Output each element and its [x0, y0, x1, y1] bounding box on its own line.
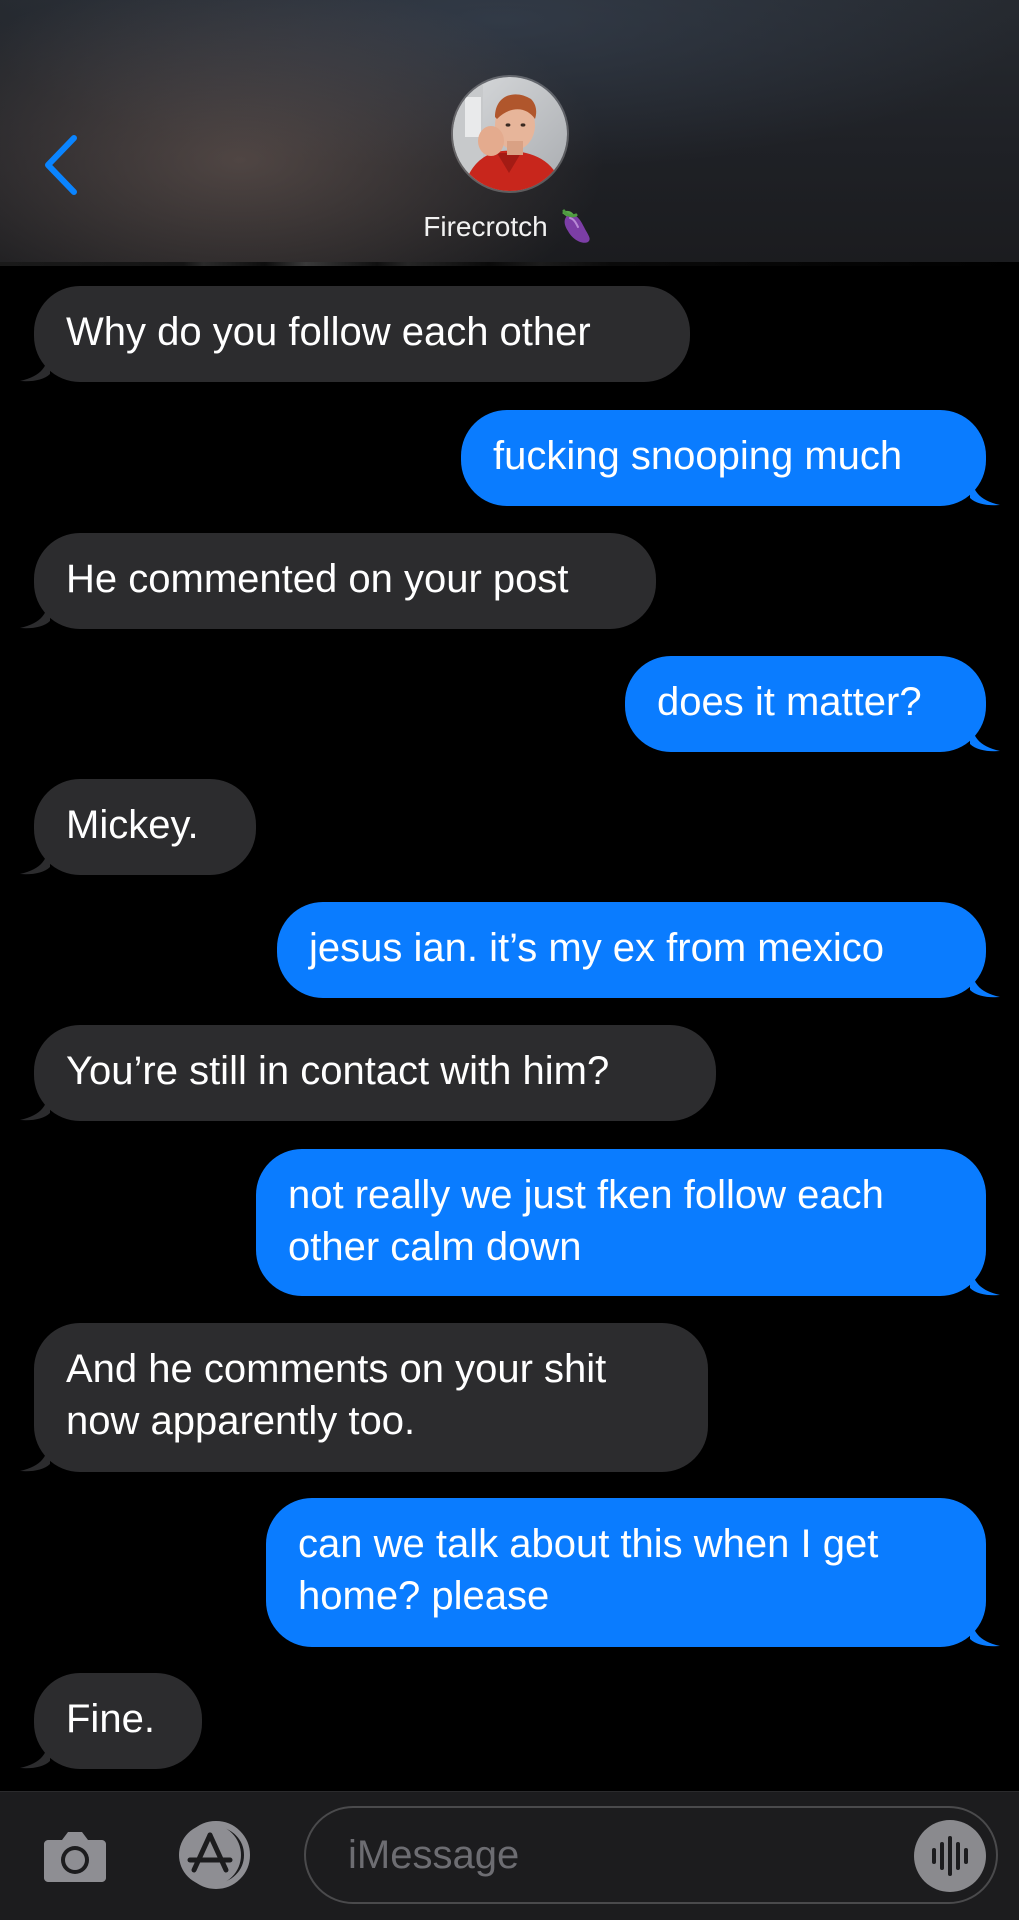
- bubble-tail: [970, 1613, 1000, 1647]
- bubble-tail: [20, 1735, 50, 1769]
- message-text: does it matter?: [657, 680, 922, 724]
- camera-button[interactable]: [42, 1822, 108, 1888]
- message-bubble-received[interactable]: Fine.: [20, 1673, 202, 1769]
- contact-avatar[interactable]: [453, 77, 567, 191]
- message-text: jesus ian. it’s my ex from mexico: [309, 926, 884, 970]
- message-bubble-received[interactable]: You’re still in contact with him?: [20, 1025, 716, 1121]
- message-text: Fine.: [66, 1697, 155, 1741]
- chevron-left-icon: [45, 135, 77, 195]
- eggplant-emoji-icon: [554, 205, 596, 245]
- bubble-tail: [970, 1262, 1000, 1296]
- bubble-tail: [970, 472, 1000, 506]
- message-bubble-sent[interactable]: does it matter?: [625, 656, 1000, 752]
- contact-name-button[interactable]: Firecrotch: [0, 205, 1019, 249]
- message-text: You’re still in contact with him?: [66, 1049, 610, 1093]
- app-store-button[interactable]: [170, 1820, 260, 1890]
- message-text: Mickey.: [66, 803, 199, 847]
- camera-icon: [44, 1832, 106, 1882]
- message-input[interactable]: [348, 1808, 888, 1902]
- message-bubble-received[interactable]: He commented on your post: [20, 533, 656, 629]
- message-text-line: now apparently too.: [66, 1399, 416, 1443]
- message-text-line: not really we just fken follow each: [288, 1173, 884, 1217]
- back-button[interactable]: [38, 130, 88, 200]
- bubble-tail: [20, 1087, 50, 1121]
- bubble-tail: [20, 841, 50, 875]
- message-text-line: other calm down: [288, 1225, 582, 1269]
- message-text: He commented on your post: [66, 557, 569, 601]
- message-bubble-received[interactable]: Mickey.: [20, 779, 256, 875]
- bubble-tail: [20, 348, 50, 382]
- audio-waveform-icon: [932, 1836, 968, 1876]
- message-bubble-sent[interactable]: not really we just fken follow each othe…: [256, 1149, 1000, 1296]
- message-bubble-sent[interactable]: jesus ian. it’s my ex from mexico: [277, 902, 1000, 998]
- app-store-icon: [179, 1821, 250, 1889]
- bubble-tail: [20, 1438, 50, 1472]
- message-bubble-sent[interactable]: fucking snooping much: [461, 410, 1000, 506]
- audio-message-button[interactable]: [914, 1820, 986, 1892]
- message-text-line: home? please: [298, 1574, 550, 1618]
- bubble-tail: [20, 595, 50, 629]
- bubble-tail: [970, 718, 1000, 752]
- message-text: Why do you follow each other: [66, 310, 591, 354]
- conversation-header: Firecrotch: [0, 0, 1019, 262]
- bubble-tail: [970, 964, 1000, 998]
- message-text-line: And he comments on your shit: [66, 1347, 607, 1391]
- message-bubble-received[interactable]: And he comments on your shit now apparen…: [20, 1323, 708, 1472]
- message-input-bar: [0, 1791, 1019, 1920]
- contact-name: Firecrotch: [423, 211, 548, 242]
- message-bubble-received[interactable]: Why do you follow each other: [20, 286, 690, 382]
- message-text-line: can we talk about this when I get: [298, 1522, 879, 1566]
- message-text: fucking snooping much: [493, 434, 903, 478]
- message-field[interactable]: [304, 1806, 998, 1904]
- message-bubble-sent[interactable]: can we talk about this when I get home? …: [266, 1498, 1000, 1647]
- messages-screen: Firecrotch Why do you follow each other …: [0, 0, 1019, 1920]
